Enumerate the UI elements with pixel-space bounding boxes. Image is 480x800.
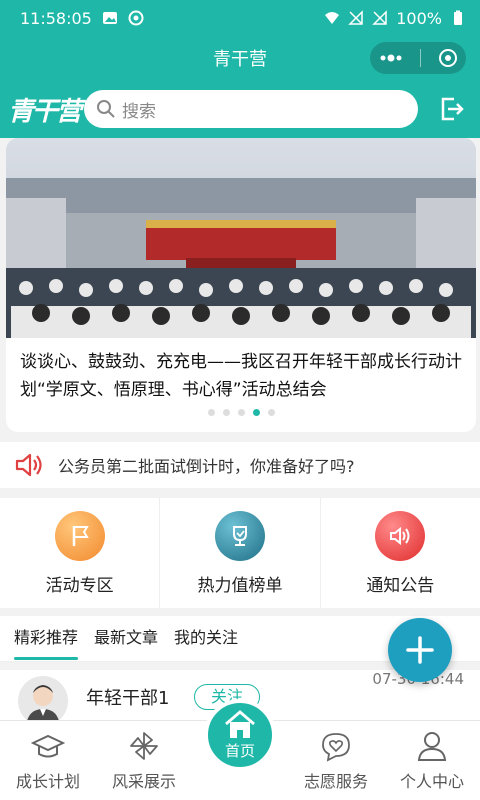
search-input[interactable]: 搜索 (84, 90, 418, 128)
person-icon (417, 732, 447, 761)
carousel-indicator (6, 409, 476, 416)
status-time: 11:58:05 (20, 8, 92, 28)
page-title: 青干营 (213, 49, 267, 70)
search-placeholder: 搜索 (122, 101, 156, 122)
notice-text: 公务员第二批面试倒计时，你准备好了吗? (58, 457, 355, 476)
feature-announcements[interactable]: 通知公告 (321, 498, 480, 608)
author-name[interactable]: 年轻干部1 (86, 684, 169, 710)
tab-recommended[interactable]: 精彩推荐 (14, 616, 79, 662)
nav-home[interactable]: 首页 (192, 699, 288, 800)
nav-label: 志愿服务 (303, 772, 368, 791)
flag-icon (54, 510, 105, 561)
feature-label: 热力值榜单 (197, 575, 283, 596)
heart-chat-icon (322, 733, 350, 762)
tab-latest[interactable]: 最新文章 (94, 616, 158, 662)
app-logo: 青干营 (8, 96, 82, 127)
feature-activity-zone[interactable]: 活动专区 (0, 498, 161, 608)
notice-bar[interactable]: 公务员第二批面试倒计时，你准备好了吗? (0, 442, 480, 488)
add-button[interactable] (388, 618, 452, 682)
home-icon (225, 709, 255, 738)
trophy-icon (214, 510, 265, 561)
nav-showcase[interactable]: 风采展示 (96, 721, 192, 800)
carousel-dot[interactable] (222, 409, 230, 416)
banner-image (6, 138, 476, 338)
more-icon[interactable] (379, 53, 403, 63)
wifi-icon (325, 12, 340, 24)
battery-text: 100% (396, 8, 442, 28)
battery-icon (454, 10, 462, 25)
nav-growth-plan[interactable]: 成长计划 (0, 721, 96, 800)
close-target-icon[interactable] (438, 48, 458, 68)
avatar[interactable] (18, 676, 68, 726)
carousel-dot[interactable] (237, 409, 245, 416)
miniprogram-capsule (370, 42, 466, 74)
nav-label: 首页 (224, 741, 255, 760)
title-bar: 青干营 (0, 36, 480, 80)
feature-grid: 活动专区 热力值榜单 通知公告 (0, 498, 480, 608)
nav-label: 风采展示 (111, 772, 176, 791)
signal-off-icon-2 (372, 10, 387, 25)
logout-icon (441, 97, 464, 121)
carousel-dot[interactable] (207, 409, 215, 416)
feature-heat-ranking[interactable]: 热力值榜单 (160, 498, 321, 608)
speaker-icon (375, 510, 426, 561)
search-icon (97, 100, 115, 118)
search-row: 青干营 搜索 (0, 80, 480, 138)
capsule-divider (419, 49, 421, 67)
bottom-nav: 成长计划 风采展示 首页 志愿服务 个人中心 (0, 699, 480, 800)
speaker-icon (15, 453, 42, 477)
pinwheel-icon (130, 732, 158, 760)
banner-carousel[interactable]: 谈谈心、鼓鼓劲、充充电——我区召开年轻干部成长行动计划“学原文、悟原理、书心得”… (6, 138, 476, 432)
tab-following[interactable]: 我的关注 (174, 616, 238, 662)
image-icon (102, 12, 117, 24)
plus-icon (406, 636, 434, 664)
logout-button[interactable] (432, 95, 472, 123)
conference-hall-image (6, 138, 476, 338)
carousel-dot[interactable] (267, 409, 275, 416)
nav-label: 成长计划 (15, 772, 80, 791)
feature-label: 通知公告 (366, 575, 435, 596)
signal-off-icon (348, 10, 363, 25)
home-button[interactable]: 首页 (204, 699, 276, 771)
carousel-dot-active[interactable] (252, 409, 260, 416)
nav-label: 个人中心 (399, 772, 464, 791)
notification-icon (128, 10, 144, 26)
nav-personal-center[interactable]: 个人中心 (384, 721, 480, 800)
graduation-cap-icon (31, 734, 65, 758)
nav-volunteer[interactable]: 志愿服务 (288, 721, 384, 800)
banner-title[interactable]: 谈谈心、鼓鼓劲、充充电——我区召开年轻干部成长行动计划“学原文、悟原理、书心得”… (6, 338, 476, 404)
status-bar: 11:58:05 100% (0, 0, 480, 36)
feature-label: 活动专区 (45, 575, 114, 596)
